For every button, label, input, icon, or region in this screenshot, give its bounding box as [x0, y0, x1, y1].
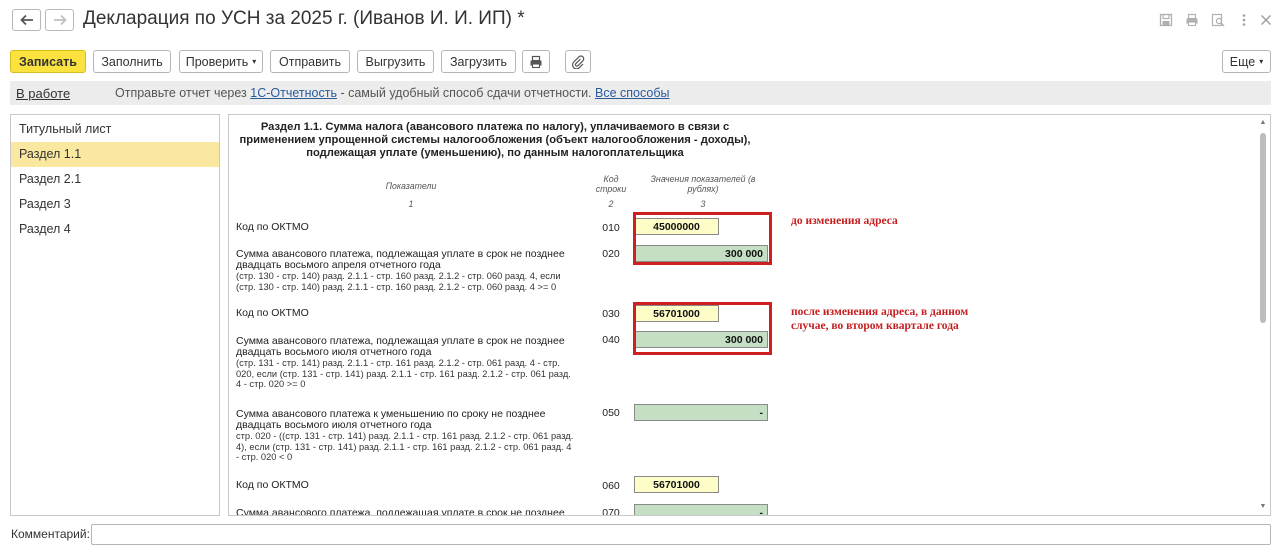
- import-button[interactable]: Загрузить: [441, 50, 516, 73]
- row-020-code: 020: [602, 248, 620, 260]
- close-icon[interactable]: [1258, 12, 1274, 28]
- col-header-code: Код строки: [595, 174, 627, 194]
- col-header-values: Значения показателей (в рублях): [650, 174, 756, 194]
- row-050-code: 050: [602, 407, 620, 419]
- send-button[interactable]: Отправить: [270, 50, 350, 73]
- row-030-label-text: Код по ОКТМО: [236, 307, 309, 319]
- oktmo-060-field[interactable]: 56701000: [634, 476, 719, 493]
- row-070-label-text: Сумма авансового платежа, подлежащая упл…: [236, 507, 565, 516]
- amount-050-field[interactable]: -: [634, 404, 768, 421]
- row-030-code: 030: [602, 308, 620, 320]
- attach-button[interactable]: [565, 50, 591, 73]
- import-button-label: Загрузить: [449, 54, 508, 69]
- sidebar-item-section-4[interactable]: Раздел 4: [11, 217, 219, 242]
- scroll-up-icon[interactable]: ▲: [1259, 119, 1267, 127]
- row-010-label: Код по ОКТМО: [236, 222, 576, 233]
- more-button[interactable]: Еще ▾: [1222, 50, 1271, 73]
- row-070-code: 070: [602, 507, 620, 516]
- title-bar: Декларация по УСН за 2025 г. (Иванов И. …: [0, 0, 1280, 40]
- row-040-formula: (стр. 131 - стр. 141) разд. 2.1.1 - стр.…: [236, 358, 571, 389]
- sidebar-item-section-1-1[interactable]: Раздел 1.1: [11, 142, 219, 167]
- info-message-prefix: Отправьте отчет через: [115, 86, 247, 100]
- preview-icon[interactable]: [1210, 12, 1226, 28]
- save-button[interactable]: Записать: [10, 50, 86, 73]
- row-020-label: Сумма авансового платежа, подлежащая упл…: [236, 249, 576, 292]
- toolbar: Записать Заполнить Проверить ▾ Отправить …: [0, 48, 1280, 74]
- row-050-formula: стр. 020 - ((стр. 131 - стр. 141) разд. …: [236, 431, 574, 462]
- send-button-label: Отправить: [279, 54, 341, 69]
- fill-button[interactable]: Заполнить: [93, 50, 171, 73]
- col-header-indicators-num: 1: [408, 199, 414, 209]
- row-020-label-text: Сумма авансового платежа, подлежащая упл…: [236, 248, 565, 271]
- save-icon[interactable]: [1158, 12, 1174, 28]
- row-060-label: Код по ОКТМО: [236, 480, 576, 491]
- sidebar-item-section-2-1[interactable]: Раздел 2.1: [11, 167, 219, 192]
- link-1c-reporting[interactable]: 1С-Отчетность: [250, 86, 337, 100]
- row-040-label-text: Сумма авансового платежа, подлежащая упл…: [236, 335, 565, 358]
- row-030-label: Код по ОКТМО: [236, 308, 576, 319]
- col-header-values-num: 3: [700, 199, 706, 209]
- annotation-before: до изменения адреса: [791, 215, 898, 227]
- row-060-label-text: Код по ОКТМО: [236, 479, 309, 491]
- section-list: Титульный лист Раздел 1.1 Раздел 2.1 Раз…: [10, 114, 220, 516]
- arrow-right-icon: [53, 14, 67, 26]
- link-all-methods[interactable]: Все способы: [595, 86, 669, 100]
- row-070-label: Сумма авансового платежа, подлежащая упл…: [236, 508, 576, 516]
- highlight-box-before: [633, 212, 772, 265]
- col-header-indicators: Показатели: [385, 181, 437, 191]
- export-button[interactable]: Выгрузить: [357, 50, 434, 73]
- export-button-label: Выгрузить: [365, 54, 426, 69]
- print-button[interactable]: [522, 50, 550, 73]
- caret-down-icon: ▾: [1259, 57, 1264, 66]
- report-form: Раздел 1.1. Сумма налога (авансового пла…: [228, 114, 1271, 516]
- arrow-left-icon: [19, 14, 33, 26]
- save-button-label: Записать: [19, 54, 77, 69]
- vertical-scrollbar[interactable]: ▲ ▼: [1259, 119, 1267, 511]
- fill-button-label: Заполнить: [101, 54, 163, 69]
- sidebar-item-title-page[interactable]: Титульный лист: [11, 117, 219, 142]
- status-link[interactable]: В работе: [16, 86, 70, 101]
- forward-button[interactable]: [45, 9, 74, 31]
- check-button[interactable]: Проверить ▾: [179, 50, 263, 73]
- comment-input[interactable]: [91, 524, 1271, 545]
- section-title: Раздел 1.1. Сумма налога (авансового пла…: [239, 121, 751, 159]
- print-icon[interactable]: [1184, 12, 1200, 28]
- scroll-down-icon[interactable]: ▼: [1259, 503, 1267, 511]
- sidebar-item-section-3[interactable]: Раздел 3: [11, 192, 219, 217]
- row-010-code: 010: [602, 222, 620, 234]
- amount-070-field[interactable]: -: [634, 504, 768, 515]
- print-icon: [530, 55, 542, 68]
- col-header-code-num: 2: [608, 199, 614, 209]
- more-vertical-icon[interactable]: [1236, 12, 1252, 28]
- annotation-after: после изменения адреса, в данном случае,…: [791, 306, 969, 332]
- highlight-box-after: [633, 302, 772, 355]
- info-message-suffix: - самый удобный способ сдачи отчетности.: [340, 86, 592, 100]
- scroll-thumb[interactable]: [1260, 133, 1266, 323]
- row-060-code: 060: [602, 480, 620, 492]
- caret-down-icon: ▾: [252, 57, 257, 66]
- check-button-label: Проверить: [185, 54, 249, 69]
- info-message: Отправьте отчет через 1С-Отчетность - са…: [115, 86, 670, 100]
- row-020-formula: (стр. 130 - стр. 140) разд. 2.1.1 - стр.…: [236, 271, 561, 292]
- row-040-code: 040: [602, 334, 620, 346]
- more-button-label: Еще: [1229, 54, 1256, 69]
- row-010-label-text: Код по ОКТМО: [236, 221, 309, 233]
- comment-label: Комментарий:: [11, 527, 90, 541]
- paperclip-icon: [571, 54, 585, 69]
- info-bar: В работе Отправьте отчет через 1С-Отчетн…: [10, 81, 1271, 105]
- row-050-label: Сумма авансового платежа к уменьшению по…: [236, 409, 576, 463]
- row-040-label: Сумма авансового платежа, подлежащая упл…: [236, 336, 576, 390]
- row-050-label-text: Сумма авансового платежа к уменьшению по…: [236, 408, 546, 431]
- window-title: Декларация по УСН за 2025 г. (Иванов И. …: [83, 8, 525, 29]
- back-button[interactable]: [12, 9, 41, 31]
